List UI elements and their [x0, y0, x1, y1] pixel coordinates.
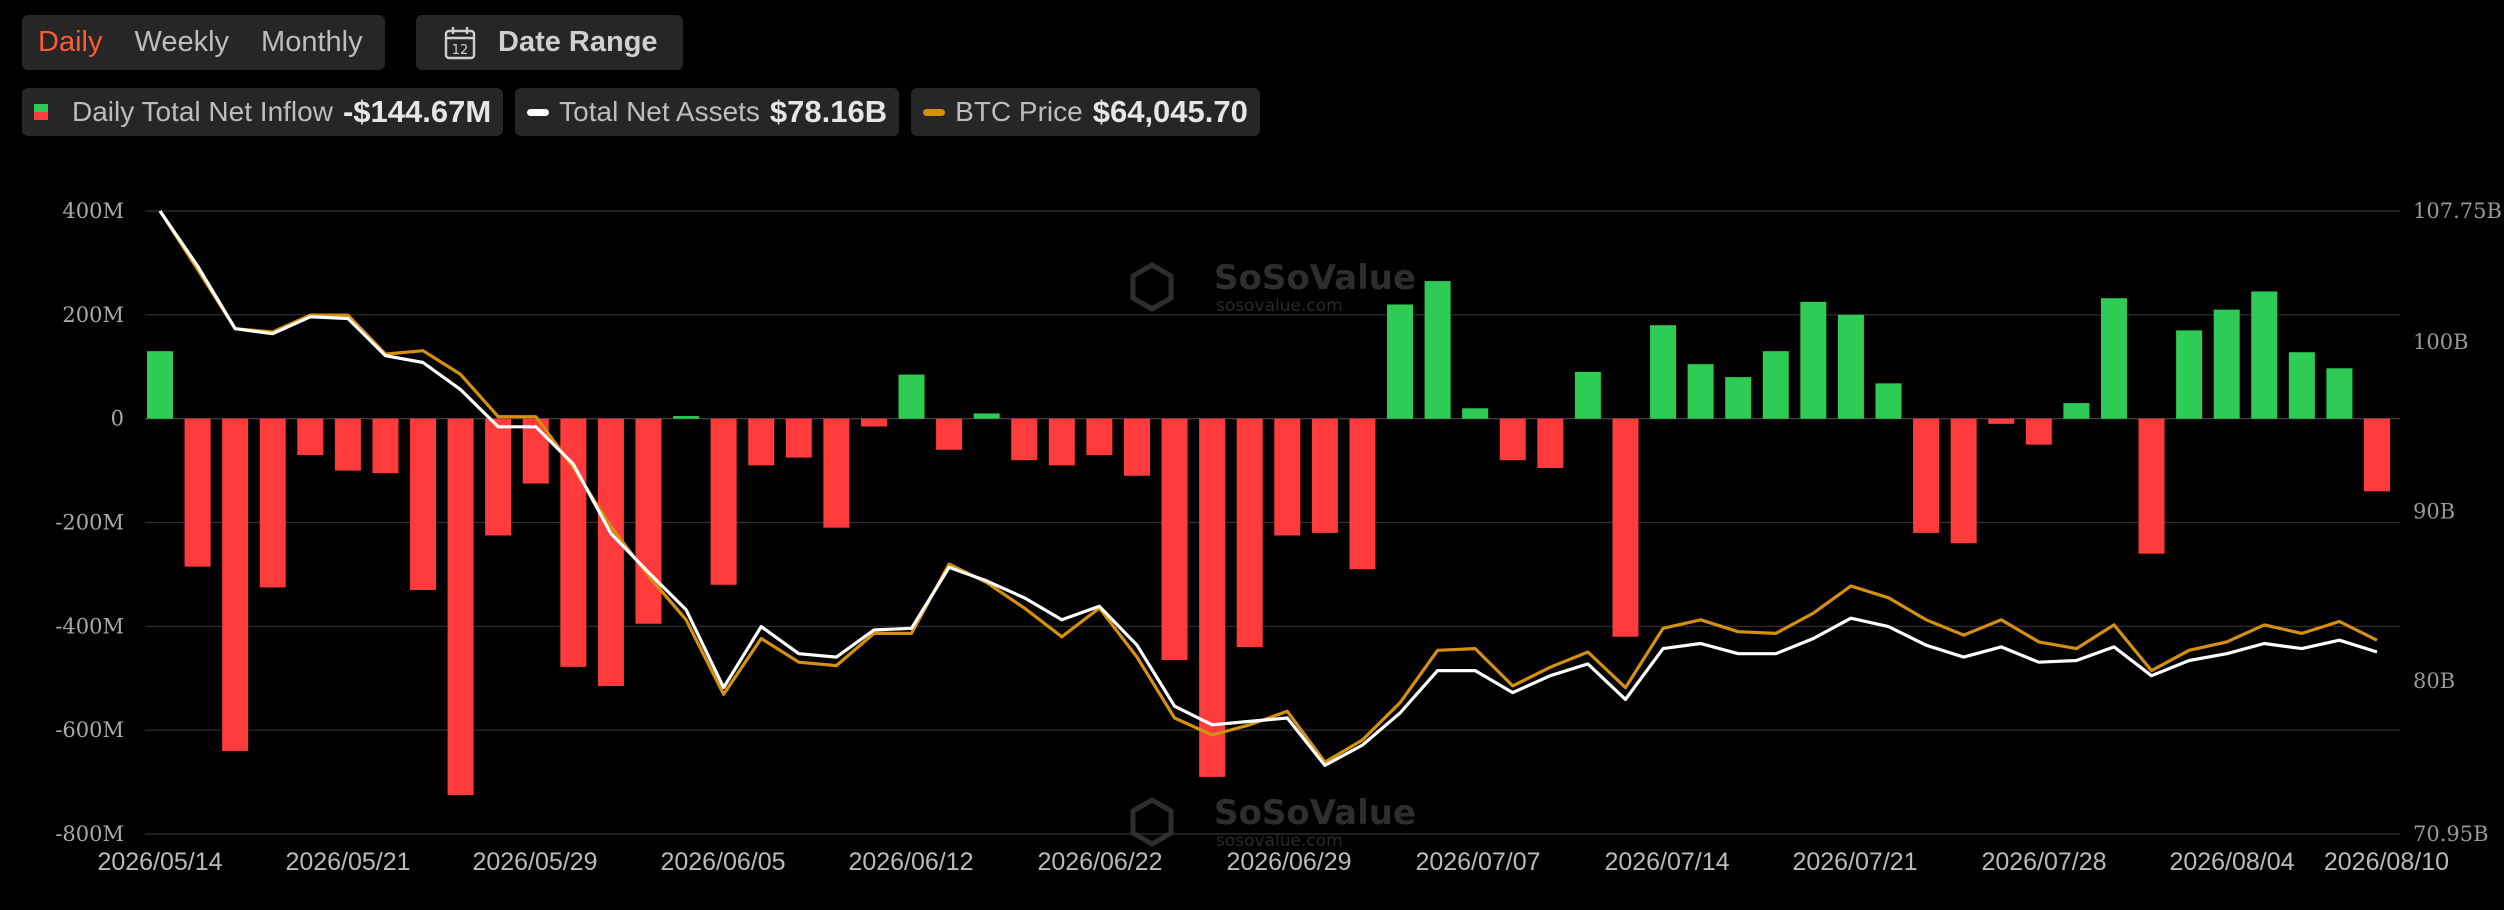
inflow-bar — [1837, 314, 1864, 419]
inflow-bar — [1424, 281, 1451, 419]
left-tick-label: 0 — [111, 407, 124, 431]
inflow-bar — [2025, 418, 2052, 445]
inflow-bar — [1762, 351, 1789, 419]
left-tick-label: -200M — [55, 511, 124, 535]
inflow-bar — [973, 413, 1000, 419]
inflow-bar — [1612, 418, 1639, 637]
x-tick-label: 2026/05/14 — [97, 848, 222, 876]
inflow-bar — [1311, 418, 1338, 533]
x-tick-label: 2026/07/07 — [1415, 848, 1540, 876]
etf-flow-chart: SoSoValuesosovalue.comSoSoValuesosovalue… — [55, 199, 2502, 876]
left-tick-label: -400M — [55, 614, 124, 638]
inflow-bar — [372, 418, 399, 474]
inflow-bar — [748, 418, 775, 466]
inflow-bar — [1650, 325, 1677, 419]
inflow-bar — [1387, 304, 1414, 419]
inflow-bar — [785, 418, 812, 458]
x-tick-label: 2026/05/29 — [472, 848, 597, 876]
inflow-bar — [635, 418, 662, 624]
x-axis: 2026/05/14 2026/05/21 2026/05/29 2026/06/05… — [97, 848, 2449, 876]
inflow-bar — [2288, 352, 2315, 419]
inflow-bar — [2364, 418, 2390, 492]
inflow-bar — [1161, 418, 1188, 661]
left-tick-label: -800M — [55, 822, 124, 846]
inflow-bar — [1950, 418, 1977, 544]
right-tick-label: 80B — [2413, 669, 2455, 693]
inflow-bar — [1913, 418, 1940, 533]
inflow-bar — [1274, 418, 1301, 536]
inflow-bar — [2326, 368, 2353, 419]
inflow-bar — [673, 416, 700, 419]
x-tick-label: 2026/05/21 — [285, 848, 410, 876]
right-tick-label: 107.75B — [2413, 199, 2502, 223]
inflow-bar — [1499, 418, 1526, 461]
inflow-bar — [334, 418, 361, 471]
inflow-bar — [1988, 418, 2015, 424]
left-axis: 400M 200M 0 -200M -400M -600M -800M — [55, 199, 124, 846]
inflow-bar — [2251, 291, 2278, 419]
x-tick-label: 2026/06/29 — [1226, 848, 1351, 876]
inflow-bar — [1048, 418, 1075, 466]
inflow-bar — [1687, 364, 1714, 419]
right-tick-label: 100B — [2413, 330, 2469, 354]
inflow-bar — [1875, 383, 1902, 419]
inflow-bar — [485, 418, 512, 536]
inflow-bar — [1236, 418, 1263, 648]
watermark-name: SoSoValue — [1214, 258, 1416, 298]
inflow-bar — [184, 418, 211, 567]
inflow-bar — [2138, 418, 2165, 554]
watermark-0: SoSoValuesosovalue.com — [1130, 258, 1416, 316]
inflow-bar — [1537, 418, 1564, 468]
inflow-bar — [447, 418, 474, 796]
inflow-bar — [1725, 377, 1752, 419]
inflow-bar — [2213, 309, 2240, 419]
inflow-bar — [1800, 301, 1827, 419]
inflow-bar — [1349, 418, 1376, 570]
x-tick-label: 2026/06/22 — [1037, 848, 1162, 876]
x-tick-label: 2026/08/10 — [2324, 848, 2449, 876]
inflow-bar — [1086, 418, 1113, 456]
x-tick-label: 2026/07/14 — [1604, 848, 1729, 876]
inflow-bar — [860, 418, 887, 427]
inflow-bar — [410, 418, 437, 590]
inflow-bar — [710, 418, 737, 585]
x-tick-label: 2026/07/28 — [1981, 848, 2106, 876]
inflow-bar — [898, 374, 925, 419]
left-tick-label: 200M — [62, 303, 124, 327]
inflow-bar — [1462, 408, 1489, 419]
inflow-bar — [597, 418, 624, 687]
right-tick-label: 90B — [2413, 499, 2455, 523]
watermark-logo-icon — [1130, 797, 1174, 847]
inflow-bar — [823, 418, 850, 528]
watermark-site: sosovalue.com — [1216, 296, 1343, 316]
left-tick-label: 400M — [62, 199, 124, 223]
x-tick-label: 2026/06/12 — [848, 848, 973, 876]
inflow-bar — [147, 351, 173, 419]
inflow-bar — [936, 418, 963, 450]
inflow-bar — [2063, 403, 2090, 419]
inflow-bar — [1011, 418, 1038, 461]
inflow-bar — [1574, 371, 1601, 419]
x-tick-label: 2026/07/21 — [1792, 848, 1917, 876]
inflow-bar — [1123, 418, 1150, 476]
inflow-bar — [259, 418, 286, 588]
inflow-bar — [222, 418, 249, 751]
x-tick-label: 2026/08/04 — [2169, 848, 2294, 876]
inflow-bar — [297, 418, 324, 456]
inflow-bar — [2176, 330, 2203, 419]
left-tick-label: -600M — [55, 718, 124, 742]
watermark-logo-icon — [1130, 262, 1174, 312]
watermark-1: SoSoValuesosovalue.com — [1130, 793, 1416, 851]
x-tick-label: 2026/06/05 — [660, 848, 785, 876]
inflow-bar — [2100, 298, 2127, 419]
watermark-name: SoSoValue — [1214, 793, 1416, 833]
right-tick-label: 70.95B — [2413, 822, 2489, 846]
right-axis: 107.75B 100B 90B 80B 70.95B — [2413, 199, 2502, 846]
